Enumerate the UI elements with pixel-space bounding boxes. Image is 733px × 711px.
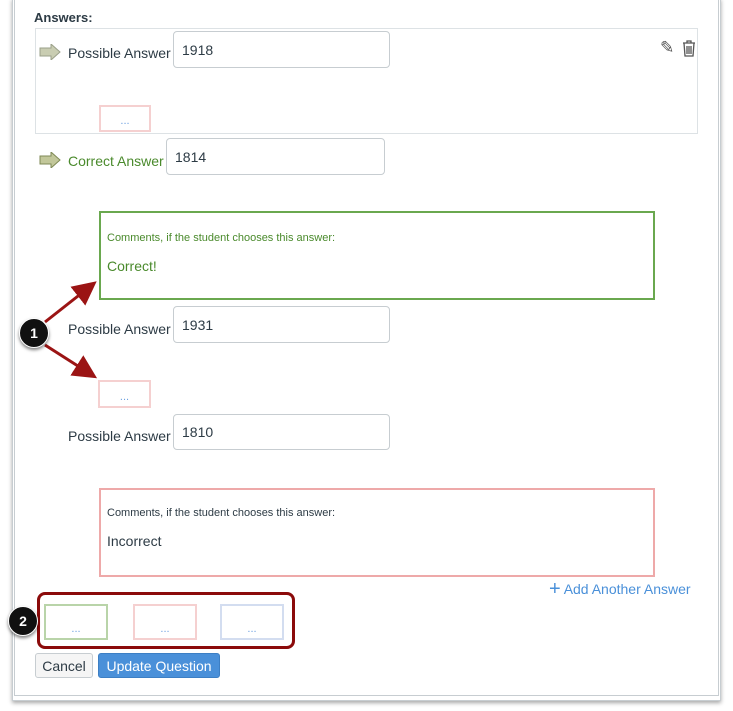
possible-answer-label: Possible Answer (68, 428, 171, 444)
correct-answer-label: Correct Answer (68, 153, 164, 169)
answer-input[interactable]: 1810 (173, 414, 390, 450)
update-question-button[interactable]: Update Question (98, 653, 220, 678)
correct-arrow-icon[interactable] (39, 152, 61, 168)
answers-heading: Answers: (34, 10, 93, 25)
delete-trash-icon[interactable] (681, 39, 697, 57)
comment-text: Correct! (107, 258, 157, 274)
correct-comment-box[interactable]: Comments, if the student chooses this an… (99, 211, 655, 300)
correct-comment-button[interactable]: ... (44, 604, 108, 640)
incorrect-comment-box[interactable]: Comments, if the student chooses this an… (99, 488, 655, 577)
comment-button[interactable]: ... (99, 105, 151, 132)
plus-icon: + (549, 578, 561, 600)
add-another-answer-link[interactable]: + Add Another Answer (549, 578, 691, 600)
edit-pencil-icon[interactable]: ✎ (660, 38, 674, 58)
callout-badge-2: 2 (8, 606, 38, 636)
comment-heading: Comments, if the student chooses this an… (107, 232, 336, 244)
add-answer-label: Add Another Answer (563, 581, 691, 597)
callout-arrows (44, 281, 98, 379)
incorrect-comment-button[interactable]: ... (133, 604, 197, 640)
comment-heading: Comments, if the student chooses this an… (107, 507, 336, 519)
possible-answer-label: Possible Answer (68, 45, 171, 61)
answer-input[interactable]: 1918 (173, 31, 390, 68)
answer-input[interactable]: 1931 (173, 306, 390, 343)
answer-input[interactable]: 1814 (166, 138, 385, 175)
callout-badge-1: 1 (19, 318, 49, 348)
comment-text: Incorrect (107, 533, 162, 549)
answer-arrow-icon[interactable] (39, 44, 61, 60)
cancel-button[interactable]: Cancel (35, 653, 93, 678)
neutral-comment-button[interactable]: ... (220, 604, 284, 640)
